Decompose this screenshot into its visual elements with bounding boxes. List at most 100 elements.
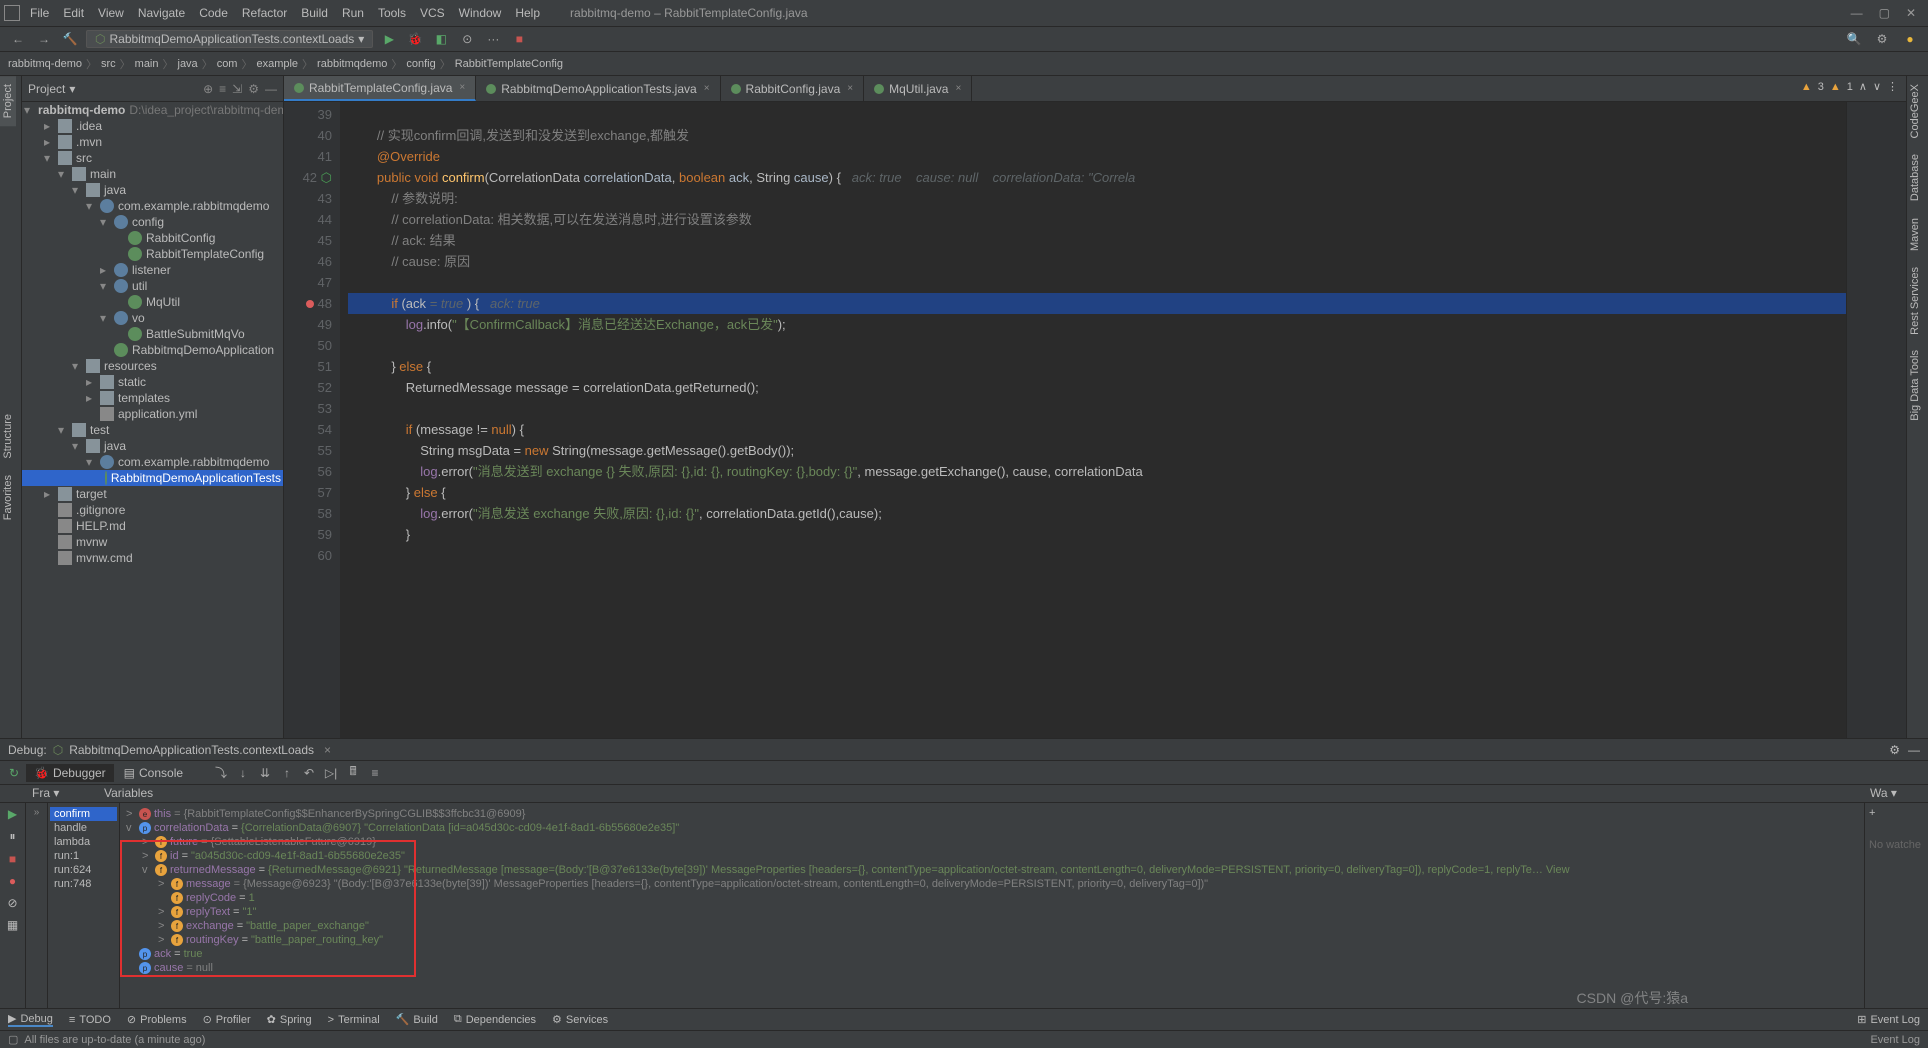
tree-item[interactable]: ▾java xyxy=(22,182,283,198)
forward-icon[interactable]: → xyxy=(34,29,54,49)
tree-root[interactable]: ▾rabbitmq-demo D:\idea_project\rabbitmq-… xyxy=(22,102,283,118)
minimap[interactable] xyxy=(1846,102,1906,738)
frame[interactable]: handle xyxy=(50,821,117,835)
avatar-icon[interactable]: ● xyxy=(1900,29,1920,49)
collapse-icon[interactable]: ≡ xyxy=(219,82,226,96)
menu-code[interactable]: Code xyxy=(193,4,234,22)
run-to-cursor-icon[interactable]: ▷| xyxy=(321,763,341,783)
tree-item[interactable]: ▸listener xyxy=(22,262,283,278)
editor-tab[interactable]: RabbitConfig.java× xyxy=(721,76,865,101)
menu-navigate[interactable]: Navigate xyxy=(132,4,191,22)
bottom-tab-dependencies[interactable]: ⧉Dependencies xyxy=(454,1013,536,1026)
menu-file[interactable]: File xyxy=(24,4,55,22)
resume-icon[interactable]: ▶ xyxy=(8,807,17,821)
breadcrumb-part[interactable]: main xyxy=(135,58,159,70)
bottom-tab-problems[interactable]: ⊘Problems xyxy=(127,1013,187,1026)
frame[interactable]: run:624 xyxy=(50,863,117,877)
tree-item[interactable]: RabbitConfig xyxy=(22,230,283,246)
debug-icon[interactable]: 🐞 xyxy=(405,29,425,49)
breadcrumb-part[interactable]: rabbitmq-demo xyxy=(8,58,82,70)
favorites-tab[interactable]: Favorites xyxy=(0,467,16,528)
gear-icon[interactable]: ⚙ xyxy=(1872,29,1892,49)
profile-icon[interactable]: ⊙ xyxy=(457,29,477,49)
right-tab[interactable]: Maven xyxy=(1907,210,1923,259)
tree-item[interactable]: .gitignore xyxy=(22,502,283,518)
search-icon[interactable]: 🔍 xyxy=(1844,29,1864,49)
tree-item[interactable]: ▸.mvn xyxy=(22,134,283,150)
tree-item[interactable]: ▸templates xyxy=(22,390,283,406)
maximize-icon[interactable]: ▢ xyxy=(1879,6,1890,20)
breadcrumb-part[interactable]: src xyxy=(101,58,116,70)
prev-frame-icon[interactable]: » xyxy=(26,807,47,818)
menu-run[interactable]: Run xyxy=(336,4,370,22)
bottom-tab-services[interactable]: ⚙Services xyxy=(552,1013,608,1026)
tree-item[interactable]: RabbitmqDemoApplicationTests xyxy=(22,470,283,486)
tree-item[interactable]: ▸target xyxy=(22,486,283,502)
menu-window[interactable]: Window xyxy=(453,4,508,22)
breadcrumb-part[interactable]: rabbitmqdemo xyxy=(317,58,387,70)
frame[interactable]: lambda xyxy=(50,835,117,849)
var-row[interactable]: vp correlationData = {CorrelationData@69… xyxy=(120,821,1864,835)
up-icon[interactable]: ∧ xyxy=(1859,80,1867,93)
structure-tab[interactable]: Structure xyxy=(0,406,16,467)
breadcrumb-part[interactable]: config xyxy=(406,58,435,70)
watches[interactable]: + No watche xyxy=(1864,803,1928,1008)
tree-item[interactable]: ▾main xyxy=(22,166,283,182)
step-out-icon[interactable]: ↑ xyxy=(277,763,297,783)
back-icon[interactable]: ← xyxy=(8,29,28,49)
breadcrumb-part[interactable]: RabbitTemplateConfig xyxy=(455,58,563,70)
tree-item[interactable]: RabbitTemplateConfig xyxy=(22,246,283,262)
right-tab[interactable]: Database xyxy=(1907,146,1923,209)
right-tab[interactable]: Rest Services xyxy=(1907,259,1923,343)
breadcrumb-part[interactable]: java xyxy=(178,58,198,70)
event-log-tab[interactable]: ⊞Event Log xyxy=(1857,1013,1920,1026)
stop-icon[interactable]: ■ xyxy=(9,852,16,866)
force-step-icon[interactable]: ⇊ xyxy=(255,763,275,783)
tree-item[interactable]: ▾test xyxy=(22,422,283,438)
frame[interactable]: run:748 xyxy=(50,877,117,891)
editor-tab[interactable]: MqUtil.java× xyxy=(864,76,972,101)
bottom-tab-profiler[interactable]: ⊙Profiler xyxy=(203,1013,251,1026)
menu-refactor[interactable]: Refactor xyxy=(236,4,293,22)
stop-icon[interactable]: ■ xyxy=(509,29,529,49)
close-icon[interactable]: ✕ xyxy=(1906,6,1916,20)
project-tab[interactable]: Project xyxy=(0,76,16,126)
tree-item[interactable]: ▾util xyxy=(22,278,283,294)
tree-item[interactable]: MqUtil xyxy=(22,294,283,310)
breakpoints-icon[interactable]: ● xyxy=(9,874,16,888)
tree-item[interactable]: ▾vo xyxy=(22,310,283,326)
tree-item[interactable]: ▾src xyxy=(22,150,283,166)
frame[interactable]: run:1 xyxy=(50,849,117,863)
menu-help[interactable]: Help xyxy=(509,4,546,22)
debugger-tab[interactable]: 🐞Debugger xyxy=(26,764,114,782)
frame[interactable]: confirm xyxy=(50,807,117,821)
tree-item[interactable]: ▸static xyxy=(22,374,283,390)
right-tab[interactable]: CodeGeeX xyxy=(1907,76,1923,146)
close-icon[interactable]: × xyxy=(324,743,331,757)
run-icon[interactable]: ▶ xyxy=(379,29,399,49)
pause-icon[interactable]: ⏸ xyxy=(9,829,15,844)
right-tab[interactable]: Big Data Tools xyxy=(1907,342,1923,429)
bottom-tab-terminal[interactable]: >Terminal xyxy=(328,1014,380,1026)
menu-build[interactable]: Build xyxy=(295,4,334,22)
run-config-select[interactable]: ⬡ RabbitmqDemoApplicationTests.contextLo… xyxy=(86,30,373,48)
project-tree[interactable]: ▾rabbitmq-demo D:\idea_project\rabbitmq-… xyxy=(22,102,283,738)
bottom-tab-debug[interactable]: ▶Debug xyxy=(8,1012,53,1027)
tree-item[interactable]: application.yml xyxy=(22,406,283,422)
tree-item[interactable]: HELP.md xyxy=(22,518,283,534)
drop-frame-icon[interactable]: ↶ xyxy=(299,763,319,783)
tree-item[interactable]: ▾com.example.rabbitmqdemo xyxy=(22,198,283,214)
expand-icon[interactable]: ⇲ xyxy=(232,82,242,96)
evaluate-icon[interactable]: 🖩 xyxy=(343,763,363,783)
hammer-icon[interactable]: 🔨 xyxy=(60,29,80,49)
menu-vcs[interactable]: VCS xyxy=(414,4,451,22)
hide-icon[interactable]: — xyxy=(265,82,277,96)
tree-item[interactable]: ▾java xyxy=(22,438,283,454)
menu-tools[interactable]: Tools xyxy=(372,4,412,22)
attach-icon[interactable]: ··· xyxy=(483,29,503,49)
code-area[interactable]: 39404142 ⬡4344454647 4849505152535455565… xyxy=(284,102,1906,738)
rerun-icon[interactable]: ↻ xyxy=(4,763,24,783)
step-over-icon[interactable]: ⤵ xyxy=(211,763,231,783)
tree-item[interactable]: ▸.idea xyxy=(22,118,283,134)
chevron-down-icon[interactable]: ▾ xyxy=(69,82,75,96)
